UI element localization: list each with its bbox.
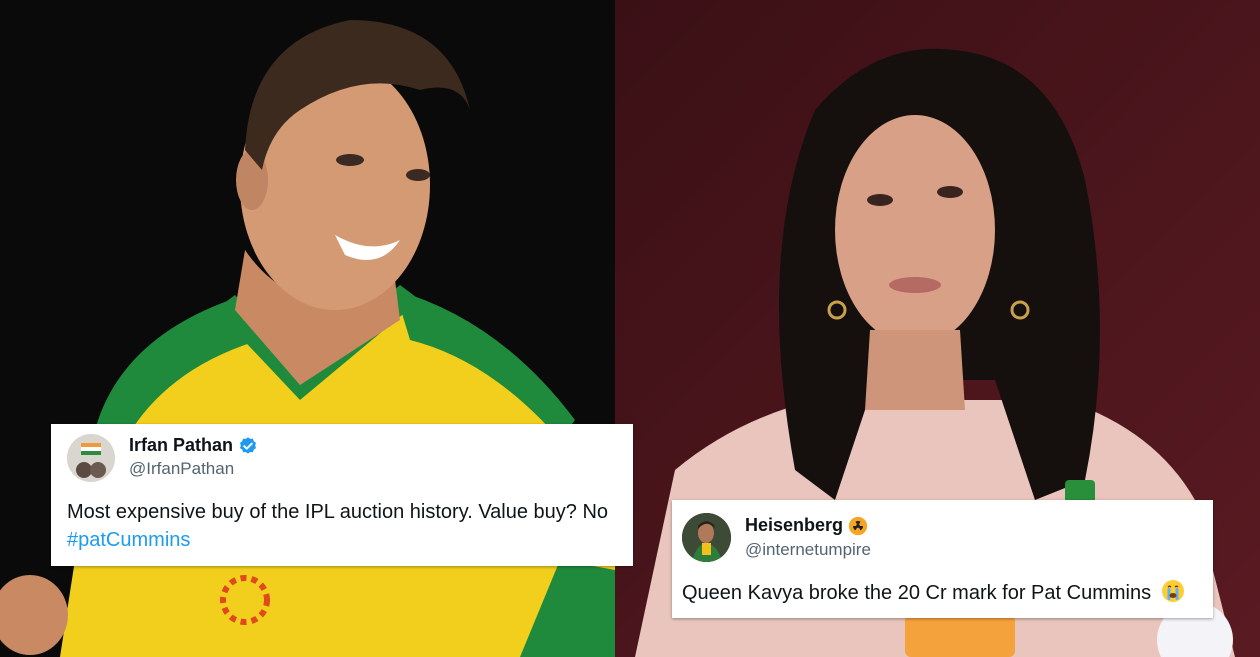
author-name[interactable]: Heisenberg xyxy=(745,515,843,536)
avatar-image-icon xyxy=(67,434,115,482)
author-handle[interactable]: @IrfanPathan xyxy=(129,459,234,479)
radioactive-icon xyxy=(848,516,868,536)
author-name[interactable]: Irfan Pathan xyxy=(129,435,233,456)
tweet-body: Queen Kavya broke the 20 Cr mark for Pat… xyxy=(682,582,1152,604)
avatar[interactable] xyxy=(67,434,115,482)
tweet-card-heisenberg[interactable]: Heisenberg @internetumpire Queen Kavya b… xyxy=(672,500,1213,618)
tweet-text: Queen Kavya broke the 20 Cr mark for Pat… xyxy=(682,579,1185,607)
crying-face-icon xyxy=(1161,579,1185,603)
tweet-card-irfan-pathan[interactable]: Irfan Pathan @IrfanPathan Most expensive… xyxy=(51,424,633,566)
tweet-text: Most expensive buy of the IPL auction hi… xyxy=(67,498,608,554)
tweet-body: Most expensive buy of the IPL auction hi… xyxy=(67,501,609,523)
avatar-image-icon xyxy=(682,513,731,562)
verified-badge-icon xyxy=(238,436,258,456)
avatar[interactable] xyxy=(682,513,731,562)
hashtag-link[interactable]: #patCummins xyxy=(67,526,608,554)
author-handle[interactable]: @internetumpire xyxy=(745,540,871,560)
